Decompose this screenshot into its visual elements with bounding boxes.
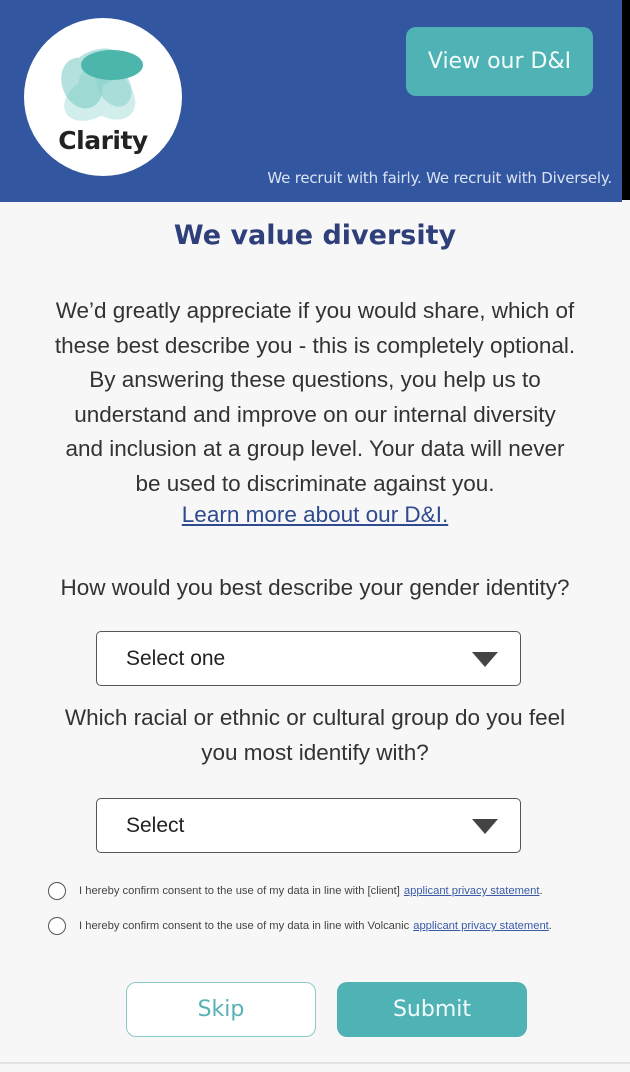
gender-select[interactable]: Select one [96,631,521,686]
ethnicity-question: Which racial or ethnic or cultural group… [0,700,630,770]
page-title: We value diversity [173,220,457,251]
clarity-logo: Clarity [24,18,182,176]
skip-button[interactable]: Skip [126,982,316,1037]
period: . [548,920,552,932]
volcanic-consent-row: I hereby confirm consent to the use of m… [48,916,552,936]
gender-select-value: Select one [126,646,226,670]
swirl-logo-icon [61,48,143,121]
header-banner: Clarity View our D&I We recruit with fai… [0,0,622,202]
submit-button[interactable]: Submit [337,982,527,1037]
logo-text: Clarity [58,126,148,155]
volcanic-privacy-link[interactable]: applicant privacy statement [413,920,549,932]
ethnicity-select[interactable]: Select [96,798,521,853]
gender-question-text: How would you best describe your gender … [60,575,570,600]
intro-line: By answering these questions, you help u… [89,367,541,392]
volcanic-consent-radio[interactable] [48,917,66,935]
intro-line: We’d greatly appreciate if you would sha… [55,298,575,323]
tagline: We recruit with fairly. We recruit with … [267,169,612,187]
ethnicity-select-value: Select [126,813,185,837]
client-consent-radio[interactable] [48,882,66,900]
learn-more-link[interactable]: Learn more about our D&I. [182,502,448,527]
dropdown-arrow-icon [472,819,498,834]
header-edge [622,0,630,200]
dropdown-arrow-icon [472,652,498,667]
intro-line: these best describe you - this is comple… [54,332,576,358]
view-dni-button[interactable]: View our D&I [406,27,593,96]
learn-more-container: Learn more about our D&I. [0,502,630,528]
intro-line: and inclusion at a group level. Your dat… [65,436,565,461]
period: . [539,885,543,897]
intro-text: We’d greatly appreciate if you would sha… [20,294,610,501]
intro-line: be used to discriminate against you. [135,470,495,496]
client-privacy-link[interactable]: applicant privacy statement [404,885,540,897]
gender-question: How would you best describe your gender … [0,570,630,605]
ethnicity-question-line: Which racial or ethnic or cultural group… [64,705,566,730]
bottom-divider [0,1062,630,1064]
client-consent-row: I hereby confirm consent to the use of m… [48,881,543,901]
client-consent-text: I hereby confirm consent to the use of m… [79,885,400,897]
volcanic-consent-text: I hereby confirm consent to the use of m… [79,920,410,932]
intro-line: understand and improve on our internal d… [74,401,556,427]
ethnicity-question-line: you most identify with? [201,740,429,765]
